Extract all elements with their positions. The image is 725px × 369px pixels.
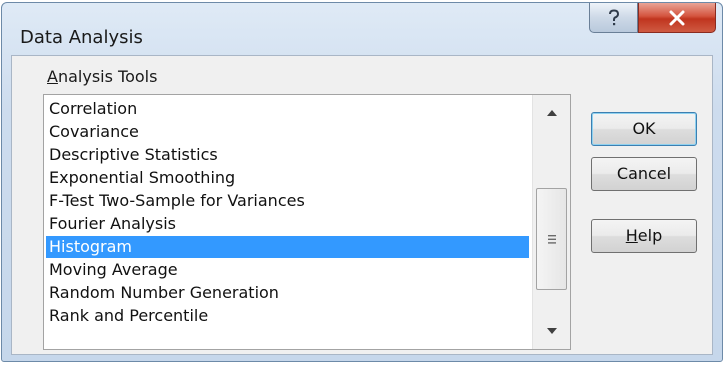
list-item-covariance[interactable]: Covariance (46, 121, 529, 143)
list-item-correlation[interactable]: Correlation (46, 98, 529, 120)
arrow-down-icon (547, 328, 557, 334)
scroll-down-button[interactable] (533, 313, 571, 349)
analysis-tools-listbox[interactable]: Correlation Covariance Descriptive Stati… (43, 94, 571, 350)
ok-button[interactable]: OK (591, 112, 697, 146)
grip-icon (547, 234, 556, 244)
list-item-random-number-generation[interactable]: Random Number Generation (46, 282, 529, 304)
question-icon (608, 8, 619, 25)
cancel-button[interactable]: Cancel (591, 157, 697, 191)
list-item-fourier-analysis[interactable]: Fourier Analysis (46, 213, 529, 235)
list-item-histogram[interactable]: Histogram (46, 236, 529, 258)
list-item-exponential-smoothing[interactable]: Exponential Smoothing (46, 167, 529, 189)
close-icon (669, 10, 685, 25)
titlebar-help-button[interactable] (589, 3, 638, 33)
data-analysis-dialog: Data Analysis Analysis Tools Correlation… (1, 2, 723, 362)
help-button[interactable]: Help (591, 219, 697, 253)
list-item-f-test[interactable]: F-Test Two-Sample for Variances (46, 190, 529, 212)
analysis-tools-label: Analysis Tools (47, 67, 158, 86)
scroll-thumb[interactable] (536, 188, 567, 290)
list-item-moving-average[interactable]: Moving Average (46, 259, 529, 281)
list-item-rank-and-percentile[interactable]: Rank and Percentile (46, 305, 529, 327)
arrow-up-icon (547, 110, 557, 116)
list-item-descriptive-statistics[interactable]: Descriptive Statistics (46, 144, 529, 166)
dialog-title: Data Analysis (20, 27, 143, 48)
dialog-client-area: Analysis Tools Correlation Covariance De… (11, 55, 713, 355)
titlebar-close-button[interactable] (638, 3, 716, 33)
analysis-tools-list: Correlation Covariance Descriptive Stati… (44, 96, 531, 349)
title-bar[interactable]: Data Analysis (2, 3, 722, 53)
vertical-scrollbar[interactable] (532, 95, 570, 349)
scroll-up-button[interactable] (533, 95, 571, 131)
